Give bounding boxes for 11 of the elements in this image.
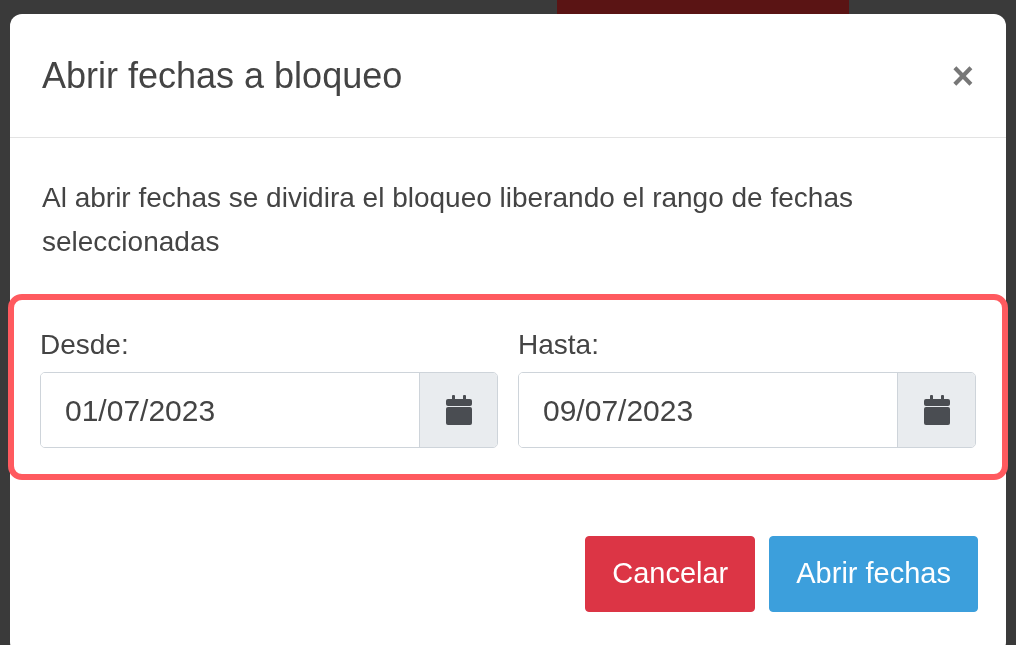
dialog-title: Abrir fechas a bloqueo (42, 53, 403, 98)
dialog-message: Al abrir fechas se dividira el bloqueo liberando el rango de fechas seleccionadas (42, 181, 854, 259)
confirm-button[interactable]: Abrir fechas (769, 536, 978, 612)
date-field[interactable]: 09/07/2023 (518, 372, 976, 448)
cancel-button[interactable]: Cancelar (585, 536, 756, 612)
close-button[interactable]: × (951, 56, 974, 95)
field-label: Hasta: (518, 328, 600, 362)
date-field[interactable]: 01/07/2023 (40, 372, 498, 448)
calendar-icon (923, 395, 950, 425)
field-label: Desde: (40, 328, 130, 362)
calendar-icon (445, 395, 472, 425)
